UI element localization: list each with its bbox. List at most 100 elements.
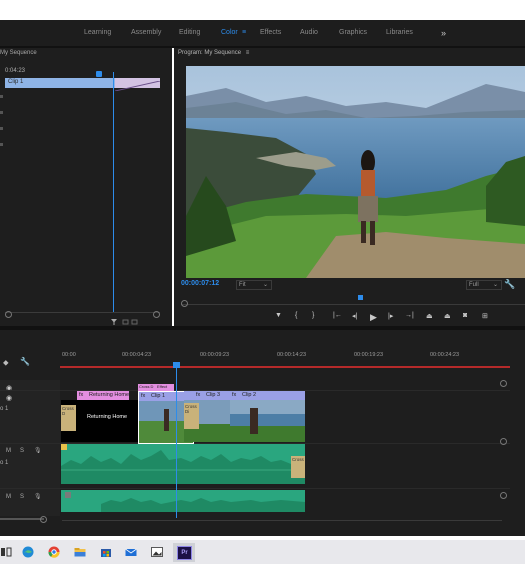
clip-label: Clip 1 (151, 393, 166, 399)
source-playhead-line (113, 72, 114, 312)
clip-3[interactable]: fx Clip 3 Cross Di (184, 391, 230, 442)
task-view-icon[interactable] (0, 546, 12, 558)
program-monitor-title[interactable]: Program: My Sequence ≡ (178, 48, 249, 58)
workspace-tab-effects[interactable]: Effects (260, 20, 281, 46)
photos-icon[interactable] (151, 546, 163, 558)
snap-icon[interactable]: ⬥ (3, 358, 9, 368)
file-explorer-icon[interactable] (74, 546, 86, 558)
solo-button[interactable]: S (20, 494, 24, 500)
source-clip-ramp (114, 80, 161, 92)
filter-icon[interactable] (110, 318, 140, 326)
cross-dissolve-transition[interactable]: Cross D (61, 405, 76, 431)
scroll-handle-mid[interactable] (500, 438, 507, 445)
work-area-bar[interactable] (60, 366, 510, 368)
camera-icon[interactable]: ◙ (463, 312, 467, 319)
button-editor-icon[interactable]: ⊞ (482, 312, 488, 320)
title-clip-header[interactable]: fx Returning Home (77, 391, 129, 400)
workspace-tab-audio[interactable]: Audio (300, 20, 318, 46)
track-v1-name[interactable]: o 1 (0, 406, 8, 412)
mark-in-icon[interactable]: { (295, 312, 297, 319)
workspace-bar: Learning Assembly Editing Color ≡ Effect… (0, 20, 525, 46)
edge-icon[interactable] (22, 546, 34, 558)
workspace-menu-icon[interactable]: ≡ (242, 20, 246, 46)
wrench-icon[interactable]: 🔧 (504, 279, 515, 290)
program-timecode[interactable]: 00:00:07:12 (181, 280, 219, 287)
cross-dissolve-transition[interactable]: Cross Di (184, 403, 199, 429)
program-playhead[interactable] (358, 295, 363, 300)
scroll-track (62, 520, 502, 521)
transition-label: Cross Di (185, 404, 197, 414)
scrubber-handle[interactable] (181, 300, 188, 307)
workspace-tab-color[interactable]: Color (221, 20, 238, 46)
workspace-tab-learning[interactable]: Learning (84, 20, 111, 46)
returning-home-clip[interactable]: Cross D Returning Home (61, 400, 139, 442)
timeline-playhead[interactable] (173, 362, 180, 368)
scroll-handle-right[interactable] (153, 311, 160, 318)
source-zoom-scrollbar[interactable] (5, 311, 160, 318)
chrome-icon[interactable] (48, 546, 60, 558)
go-to-out-icon[interactable]: →| (405, 312, 414, 319)
scroll-handle-left[interactable] (5, 311, 12, 318)
marker-icon[interactable]: ▼ (275, 312, 282, 319)
source-left-markers (0, 95, 3, 155)
track-headers: ◉ ◉ o 1 o 1 M S 🎙 M S 🎙 (0, 380, 60, 516)
fit-dropdown[interactable]: Fit ⌄ (236, 280, 272, 290)
overflow-icon[interactable]: » (441, 20, 446, 46)
workspace-tab-assembly[interactable]: Assembly (131, 20, 161, 46)
ruler-label: 00:00:09:23 (200, 352, 230, 358)
audio-waveform (61, 444, 305, 484)
scroll-handle-top[interactable] (500, 380, 507, 387)
store-icon[interactable] (100, 546, 112, 558)
marker-dot (0, 127, 3, 130)
stacked-effect-tags[interactable]: Cross D Effect (138, 384, 174, 391)
lake-landscape-image (186, 66, 525, 278)
eye-icon[interactable]: ◉ (6, 394, 12, 402)
mute-button[interactable]: M (6, 494, 11, 500)
zoom-handle[interactable] (40, 516, 47, 523)
go-to-in-icon[interactable]: |← (333, 312, 342, 319)
mark-out-icon[interactable]: } (312, 312, 314, 319)
track-a1-name[interactable]: o 1 (0, 460, 8, 466)
source-playhead[interactable] (96, 71, 102, 77)
clip-2[interactable]: fx Clip 2 (230, 391, 305, 442)
scroll-handle-bottom[interactable] (500, 492, 507, 499)
ruler-label: 00:00:04:23 (122, 352, 152, 358)
program-title-label: Program: My Sequence (178, 50, 242, 56)
microphone-icon[interactable]: 🎙 (34, 447, 42, 454)
zoom-bar[interactable] (0, 518, 44, 520)
marker-dot (0, 95, 3, 98)
quality-dropdown[interactable]: Full ⌄ (466, 280, 502, 290)
quality-dropdown-value: Full (469, 282, 479, 288)
workspace-tab-libraries[interactable]: Libraries (386, 20, 413, 46)
play-icon[interactable]: ▶ (370, 312, 377, 323)
clip-fx-badge: fx (141, 393, 146, 399)
program-scrubber[interactable] (181, 294, 525, 307)
wrench-icon[interactable]: 🔧 (20, 357, 30, 366)
workspace-tab-graphics[interactable]: Graphics (339, 20, 367, 46)
workspace-tab-editing[interactable]: Editing (179, 20, 200, 46)
ruler-label: 00:00 (62, 352, 76, 358)
step-forward-icon[interactable]: |▸ (388, 312, 393, 320)
microphone-icon[interactable]: 🎙 (34, 493, 42, 500)
ruler-label: 00:00:24:23 (430, 352, 460, 358)
program-menu-icon[interactable]: ≡ (246, 50, 250, 56)
track-divider (0, 488, 510, 489)
solo-button[interactable]: S (20, 448, 24, 454)
lift-icon[interactable]: ⏏ (426, 312, 433, 320)
clip-fx-badge: fx (196, 392, 201, 398)
audio-clip-a1[interactable]: Cross (61, 444, 305, 484)
audio-crossfade[interactable]: Cross (291, 456, 305, 478)
step-back-icon[interactable]: ◂| (352, 312, 357, 320)
clip-fx-badge: fx (79, 392, 84, 398)
premiere-pro-icon[interactable]: Pr (177, 546, 192, 560)
marker-dot (0, 111, 3, 114)
timeline-horizontal-scrollbar[interactable] (0, 516, 510, 524)
panel-divider (0, 326, 525, 330)
chevron-down-icon: ⌄ (492, 282, 498, 288)
mute-button[interactable]: M (6, 448, 11, 454)
audio-clip-a2[interactable] (61, 490, 305, 512)
mail-icon[interactable] (125, 546, 137, 558)
source-panel-title[interactable]: My Sequence (0, 48, 172, 62)
extract-icon[interactable]: ⏏ (444, 312, 451, 320)
timeline-vertical-scrollbar[interactable] (500, 380, 508, 516)
